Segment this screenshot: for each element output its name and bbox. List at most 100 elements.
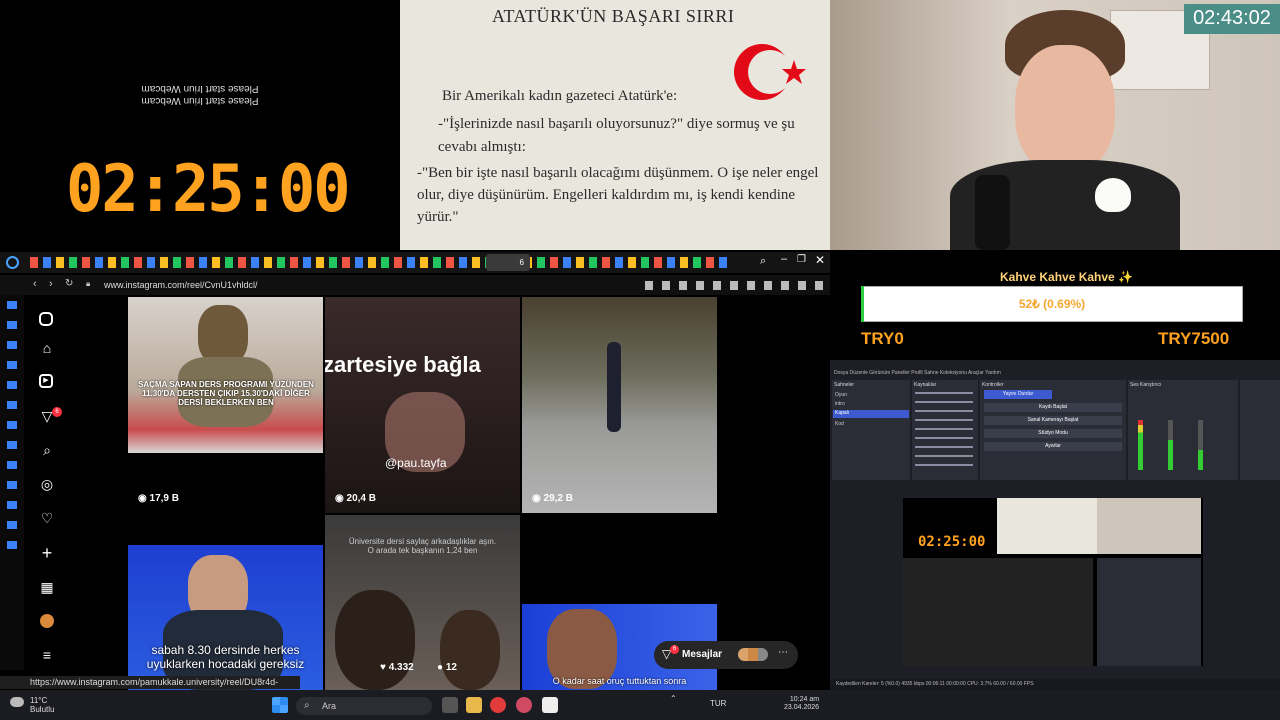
donation-progress-text: 52₺ (0.69%) bbox=[1018, 297, 1086, 311]
view-count: ◉ 20,4 B bbox=[335, 493, 376, 504]
donation-title: Kahve Kahve Kahve ✨ bbox=[1000, 270, 1133, 284]
reels-icon[interactable]: ▶ bbox=[39, 374, 53, 388]
obs-scenes-panel: Sahneler Oyun intro Kapalı Kod bbox=[832, 380, 910, 480]
sidebar-icons[interactable] bbox=[7, 301, 17, 551]
notification-badge: 6 bbox=[52, 407, 62, 417]
app-icon[interactable] bbox=[490, 697, 506, 713]
explore-icon[interactable]: ◎ bbox=[39, 476, 55, 492]
reel-caption: O kadar saat oruç tuttuktan sonra bbox=[552, 676, 687, 686]
book-paragraph-1: Bir Amerikalı kadın gazeteci Atatürk'e: bbox=[442, 88, 678, 104]
heart-icon[interactable]: ♡ bbox=[39, 510, 55, 526]
obs-studio-mode-button[interactable]: Stüdyo Modu bbox=[984, 429, 1122, 438]
donation-max: TRY7500 bbox=[1158, 329, 1230, 348]
lock-icon: 🔒︎ bbox=[86, 279, 91, 288]
obs-scene-item[interactable]: Kod bbox=[835, 421, 844, 427]
start-button[interactable] bbox=[272, 697, 288, 713]
reel-caption: SAÇMA SAPAN DERS PROGRAMI YÜZÜNDEN 11.30… bbox=[138, 380, 314, 407]
avatar[interactable] bbox=[40, 614, 54, 628]
home-icon[interactable]: ⌂ bbox=[39, 340, 55, 356]
create-icon[interactable]: + bbox=[39, 544, 55, 562]
more-icon[interactable]: ⋯ bbox=[778, 647, 788, 658]
obs-audio-meter bbox=[1198, 420, 1203, 470]
weather-temp: 11°C bbox=[30, 696, 48, 705]
donation-min: TRY0 bbox=[861, 329, 904, 348]
obs-right-panel bbox=[1240, 380, 1280, 480]
reels-grid: SAÇMA SAPAN DERS PROGRAMI YÜZÜNDEN 11.30… bbox=[128, 297, 718, 690]
obs-scene-item[interactable]: Oyun bbox=[835, 392, 847, 398]
weather-widget[interactable]: 11°C Bulutlu bbox=[30, 696, 54, 714]
obs-panel-title: Sahneler bbox=[834, 382, 855, 388]
obs-settings-button[interactable]: Ayarlar bbox=[984, 442, 1122, 451]
obs-stop-stream-button[interactable]: Yayını Durdur bbox=[984, 390, 1052, 399]
reel-caption: zartesiye bağla bbox=[325, 352, 481, 377]
book-page: ATATÜRK'ÜN BAŞARI SIRRI Bir Amerikalı ka… bbox=[400, 0, 830, 250]
tray-chevron-icon[interactable]: ⌃ bbox=[670, 694, 677, 703]
stream-clock: 02:43:02 bbox=[1184, 4, 1280, 34]
menu-icon[interactable]: ≡ bbox=[39, 647, 55, 663]
comment-count: ● 12 bbox=[437, 662, 457, 673]
close-icon[interactable]: ✕ bbox=[815, 253, 825, 267]
instagram-nav: ⌂ ▶ ▽ 6 ⌕ ◎ ♡ + ▦ ≡ bbox=[24, 295, 70, 675]
reel-tile[interactable]: sabah 8.30 dersinde herkes uyuklarken ho… bbox=[128, 545, 323, 690]
microphone bbox=[975, 175, 1010, 250]
reel-tile[interactable]: ◉ 29,2 B bbox=[522, 297, 717, 513]
tab-strip[interactable] bbox=[30, 257, 730, 268]
browser-icon[interactable] bbox=[516, 697, 532, 713]
avatar-stack bbox=[738, 648, 768, 661]
obs-menu-bar[interactable]: Dosya Düzenle Görünüm Paneller Profil Sa… bbox=[830, 370, 1280, 378]
taskbar-date: 23.04.2026 bbox=[784, 704, 820, 711]
reel-tile[interactable]: zartesiye bağla @pau.tayfa ◉ 20,4 B bbox=[325, 297, 520, 513]
obs-controls-panel: Kontroller Yayını Durdur Kaydı Başlat Sa… bbox=[980, 380, 1126, 480]
obs-mixer-panel: Ses Karıştırıcı bbox=[1128, 380, 1238, 480]
person-face bbox=[1015, 45, 1115, 175]
browser-sidebar bbox=[0, 295, 24, 670]
reload-icon[interactable]: ↻ bbox=[65, 278, 73, 289]
maximize-icon[interactable]: ❐ bbox=[797, 254, 806, 265]
reel-handle: @pau.tayfa bbox=[385, 456, 447, 470]
search-icon[interactable]: ⌕ bbox=[39, 442, 55, 458]
obs-virtual-camera-button[interactable]: Sanal Kamerayı Başlat bbox=[984, 416, 1122, 425]
back-icon[interactable]: ‹ bbox=[33, 278, 37, 290]
messages-button[interactable]: ▽ 6 Mesajlar ⋯ bbox=[654, 641, 798, 669]
taskbar-clock[interactable]: 10:24 am 23.04.2026 bbox=[784, 696, 819, 712]
obs-preview-timer: 02:25:00 bbox=[918, 534, 986, 550]
browser-tab-bar: 6 ⌕ – ❐ ✕ bbox=[0, 252, 830, 273]
book-paragraph-3: -"Ben bir işte nasıl başarılı olacağımı … bbox=[417, 165, 819, 225]
obs-source-list[interactable] bbox=[915, 392, 973, 472]
obs-audio-meter bbox=[1138, 420, 1143, 470]
search-tabs-icon[interactable]: ⌕ bbox=[760, 255, 766, 268]
obs-scene-item-active[interactable]: Kapalı bbox=[833, 410, 909, 418]
reel-tile[interactable]: SAÇMA SAPAN DERS PROGRAMI YÜZÜNDEN 11.30… bbox=[128, 297, 323, 513]
obs-status-bar: Kaydedilen Kareler: 5 (%0.0) 4935 kbps 0… bbox=[830, 679, 1280, 690]
minimize-icon[interactable]: – bbox=[781, 253, 787, 265]
task-view-icon[interactable] bbox=[442, 697, 458, 713]
obs-preview: 02:25:00 bbox=[903, 498, 1203, 666]
webcam-message-line1: Please start Iriun Webcam bbox=[141, 95, 259, 106]
taskbar-search[interactable]: Ara ⌕ bbox=[296, 697, 432, 715]
obs-scene-item[interactable]: intro bbox=[835, 401, 845, 407]
eye-icon: ◉ bbox=[138, 493, 150, 504]
camera-feed: 02:43:02 bbox=[830, 0, 1280, 250]
language-indicator[interactable]: TUR bbox=[710, 699, 726, 708]
active-tab[interactable]: 6 bbox=[486, 254, 530, 271]
webcam-message-line2: Please start Iriun Webcam bbox=[141, 83, 259, 94]
obs-record-button[interactable]: Kaydı Başlat bbox=[984, 403, 1122, 412]
url-input[interactable]: www.instagram.com/reel/CvnU1vhldcl/ bbox=[104, 280, 258, 290]
tab-badge: 6 bbox=[519, 258, 524, 267]
countdown-timer: 02:25:00 bbox=[66, 150, 351, 227]
like-count: ♥ 4.332 bbox=[380, 662, 414, 673]
browser-logo-icon[interactable] bbox=[6, 256, 19, 269]
eye-icon: ◉ bbox=[532, 493, 544, 504]
file-explorer-icon[interactable] bbox=[466, 697, 482, 713]
reel-caption: sabah 8.30 dersinde herkes uyuklarken ho… bbox=[146, 643, 305, 671]
notion-icon[interactable] bbox=[542, 697, 558, 713]
extension-icons[interactable] bbox=[645, 281, 825, 290]
reel-tile[interactable]: Üniversite dersi saylaç arkadaşlıklar aş… bbox=[325, 515, 520, 690]
weather-icon bbox=[10, 697, 24, 707]
link-status-bar: https://www.instagram.com/pamukkale.univ… bbox=[0, 676, 300, 700]
forward-icon[interactable]: › bbox=[49, 278, 53, 290]
obs-panel-title: Kontroller bbox=[982, 382, 1004, 388]
dashboard-icon[interactable]: ▦ bbox=[39, 579, 55, 595]
instagram-logo-icon[interactable] bbox=[39, 312, 53, 326]
obs-sources-panel: Kaynaklar bbox=[912, 380, 978, 480]
